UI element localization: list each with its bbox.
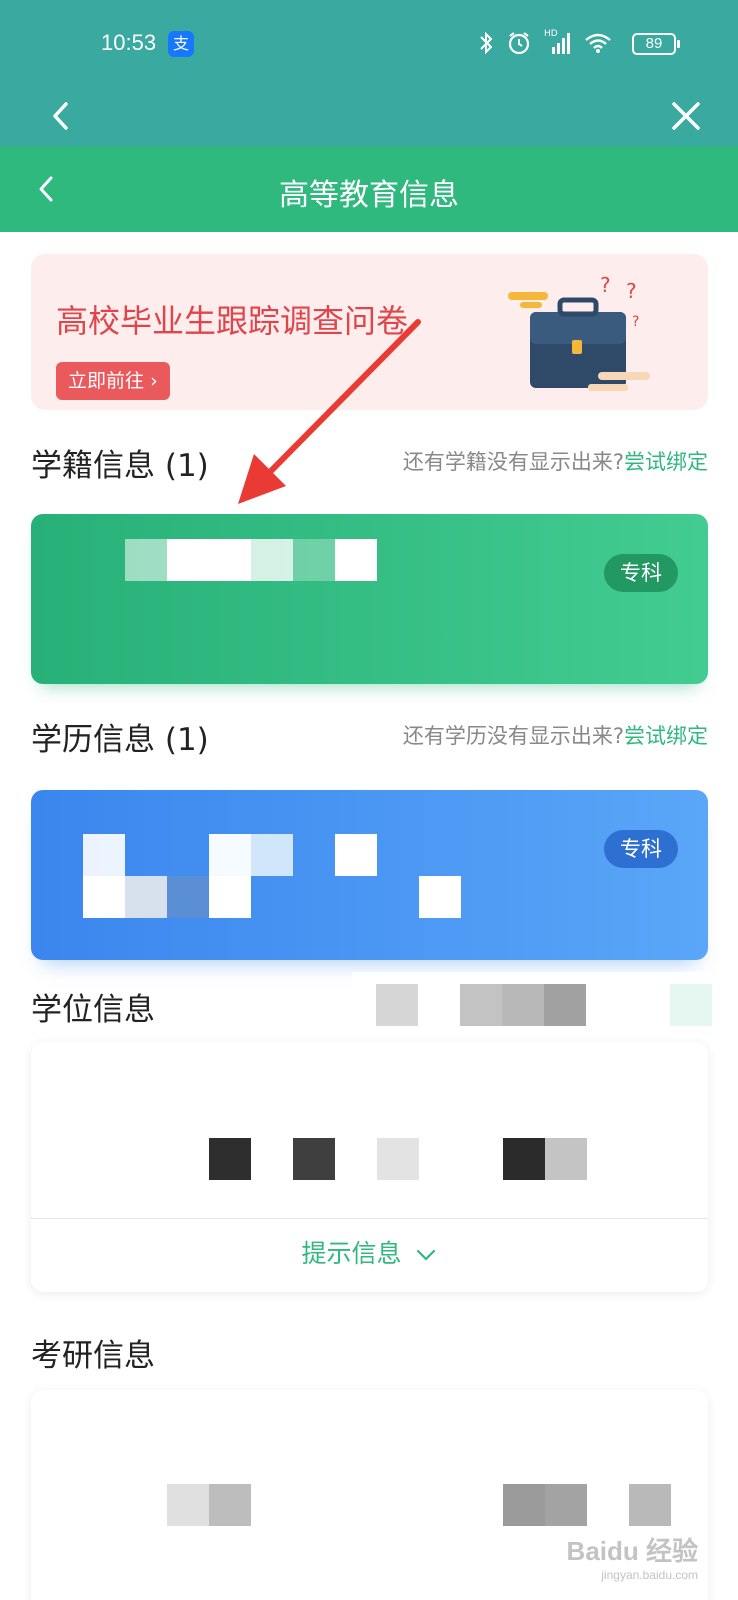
- xueli-card[interactable]: 专科: [31, 790, 708, 960]
- mosaic-block: [629, 1484, 671, 1526]
- mosaic-block: [251, 834, 293, 876]
- mosaic-block: [545, 1138, 587, 1180]
- xueli-hint: 还有学历没有显示出来?尝试绑定: [403, 720, 708, 750]
- xueli-section-header: 学历信息 (1) 还有学历没有显示出来?尝试绑定: [31, 714, 708, 758]
- wifi-icon: [585, 33, 611, 53]
- zhuanke-badge: 专科: [604, 554, 678, 592]
- watermark-brand: Baidu 经验: [566, 1536, 698, 1566]
- mosaic-block: [670, 984, 712, 1026]
- mosaic-block: [167, 1484, 209, 1526]
- kaoyan-section-header: 考研信息: [31, 1330, 708, 1374]
- zhuanke-badge: 专科: [604, 830, 678, 868]
- chevron-right-icon: ›: [150, 370, 158, 392]
- browser-toolbar: [0, 88, 738, 146]
- alarm-icon: [508, 32, 530, 55]
- redacted-mosaic: [31, 514, 708, 684]
- kaoyan-title: 考研信息: [31, 1338, 155, 1374]
- mosaic-block: [167, 876, 209, 918]
- svg-text:?: ?: [632, 314, 639, 330]
- mosaic-block: [335, 539, 377, 581]
- xueli-hint-text: 还有学历没有显示出来?: [402, 724, 624, 748]
- signal-icon: HD: [544, 29, 572, 55]
- xueji-hint-text: 还有学籍没有显示出来?: [402, 450, 624, 474]
- mosaic-block: [419, 876, 461, 918]
- xueji-section-header: 学籍信息 (1) 还有学籍没有显示出来?尝试绑定: [31, 440, 708, 484]
- mosaic-block: [293, 1138, 335, 1180]
- back-icon[interactable]: [40, 94, 84, 138]
- tips-toggle[interactable]: 提示信息: [31, 1234, 708, 1270]
- mosaic-block: [125, 539, 167, 581]
- xueji-hint: 还有学籍没有显示出来?尝试绑定: [403, 446, 708, 476]
- battery-indicator: 89: [632, 33, 680, 55]
- bluetooth-icon: [480, 31, 493, 55]
- briefcase-illustration-icon: ? ? ?: [508, 274, 650, 391]
- mosaic-block: [209, 876, 251, 918]
- mosaic-block: [460, 984, 502, 1026]
- xuewei-title: 学位信息: [31, 992, 155, 1028]
- mosaic-block: [545, 1484, 587, 1526]
- xueji-bind-link[interactable]: 尝试绑定: [624, 450, 708, 474]
- mosaic-block: [293, 539, 335, 581]
- chevron-down-icon: [417, 1249, 436, 1261]
- mosaic-block: [125, 876, 167, 918]
- divider: [31, 1218, 708, 1219]
- xueli-bind-link[interactable]: 尝试绑定: [624, 724, 708, 748]
- mosaic-block: [251, 539, 293, 581]
- xuewei-card: 提示信息: [31, 1042, 708, 1292]
- xueli-title: 学历信息 (1): [31, 722, 209, 758]
- mosaic-block: [209, 834, 251, 876]
- survey-banner[interactable]: 高校毕业生跟踪调查问卷 立即前往 › ? ? ?: [31, 254, 708, 410]
- main-content: 高校毕业生跟踪调查问卷 立即前往 › ? ? ? 学籍信息 (1) 还有学籍没有…: [0, 232, 738, 1600]
- tips-label: 提示信息: [301, 1239, 402, 1268]
- alipay-icon: 支: [168, 31, 194, 57]
- xueji-card[interactable]: 专科: [31, 514, 708, 684]
- svg-text:?: ?: [600, 274, 611, 297]
- mosaic-block: [544, 984, 586, 1026]
- status-time: 10:53: [101, 30, 157, 55]
- svg-text:?: ?: [626, 279, 637, 303]
- status-bar: 10:53 支 HD 89: [0, 0, 738, 88]
- xueji-title: 学籍信息 (1): [31, 448, 209, 484]
- mosaic-block: [376, 984, 418, 1026]
- redacted-mosaic: [31, 1042, 708, 1218]
- mosaic-block: [209, 1138, 251, 1180]
- page-header: 高等教育信息: [0, 146, 738, 232]
- close-icon[interactable]: [664, 94, 708, 138]
- mosaic-block: [377, 1138, 419, 1180]
- mosaic-block: [167, 539, 209, 581]
- mosaic-block: [209, 1484, 251, 1526]
- page-title: 高等教育信息: [279, 178, 459, 213]
- watermark-url: jingyan.baidu.com: [601, 1568, 698, 1582]
- mosaic-block: [503, 1484, 545, 1526]
- banner-title: 高校毕业生跟踪调查问卷: [56, 302, 409, 340]
- mosaic-block: [503, 1138, 545, 1180]
- go-now-button[interactable]: 立即前往 ›: [56, 362, 170, 400]
- mosaic-block: [83, 834, 125, 876]
- go-now-label: 立即前往: [68, 370, 145, 392]
- redacted-mosaic: [31, 790, 708, 960]
- mosaic-block: [209, 539, 251, 581]
- mosaic-block: [83, 876, 125, 918]
- mosaic-block: [502, 984, 544, 1026]
- baidu-watermark: Baidu 经验 jingyan.baidu.com: [567, 1531, 698, 1582]
- mosaic-block: [335, 834, 377, 876]
- network-type-label: HD: [544, 29, 558, 39]
